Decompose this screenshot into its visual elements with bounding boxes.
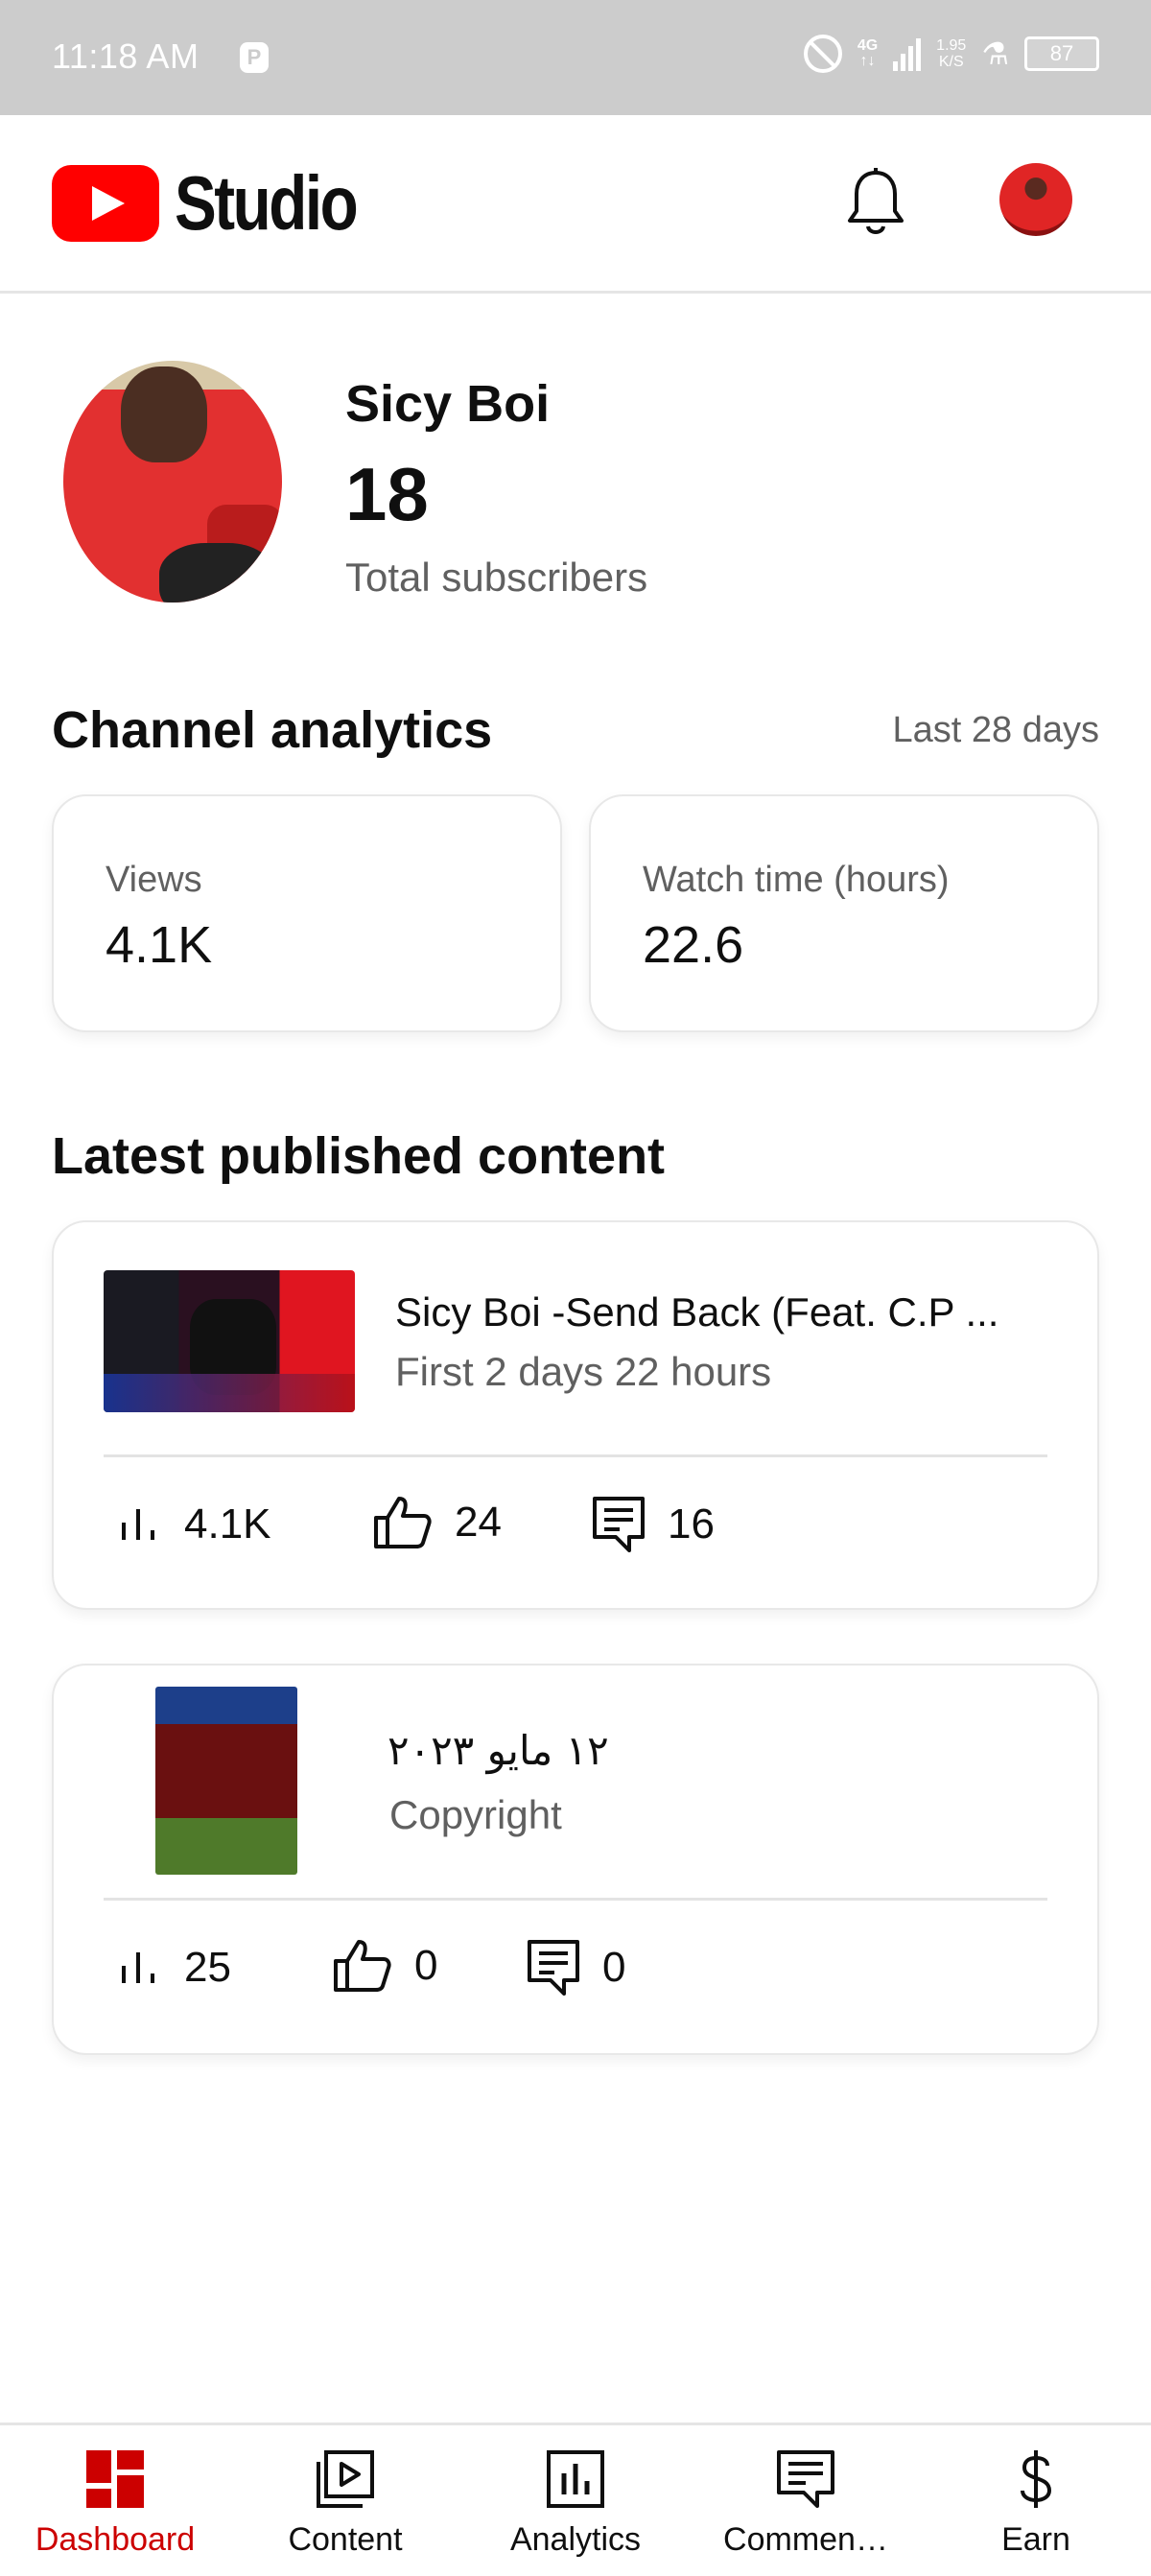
video-thumbnail[interactable] bbox=[155, 1687, 297, 1875]
subscriber-label: Total subscribers bbox=[345, 555, 648, 600]
views-icon bbox=[122, 1952, 154, 1983]
comments-icon bbox=[528, 1940, 579, 1996]
watch-time-card[interactable]: Watch time (hours) 22.6 bbox=[589, 794, 1099, 1032]
bottom-navigation: Dashboard Content Analytics Commen… Earn bbox=[0, 2422, 1151, 2576]
nav-label: Commen… bbox=[723, 2521, 888, 2558]
content-card[interactable]: Sicy Boi -Send Back (Feat. C.P ... First… bbox=[52, 1220, 1099, 1610]
likes-stat: 24 bbox=[372, 1495, 502, 1550]
channel-avatar bbox=[63, 361, 282, 603]
comments-stat: 16 bbox=[591, 1495, 715, 1554]
comments-stat: 0 bbox=[526, 1938, 625, 1997]
do-not-disturb-icon bbox=[803, 35, 842, 73]
nav-label: Content bbox=[288, 2521, 403, 2558]
battery-icon: 87 bbox=[1024, 36, 1099, 71]
thumbs-up-icon bbox=[374, 1497, 432, 1548]
metric-value: 22.6 bbox=[643, 916, 744, 974]
views-card[interactable]: Views 4.1K bbox=[52, 794, 562, 1032]
video-subtitle: First 2 days 22 hours bbox=[395, 1349, 772, 1394]
nav-earn[interactable]: Earn bbox=[921, 2425, 1151, 2576]
signal-icon bbox=[893, 36, 922, 71]
nav-label: Analytics bbox=[509, 2521, 642, 2558]
notification-badge-icon: P bbox=[240, 42, 269, 73]
metric-value: 4.1K bbox=[106, 916, 213, 974]
youtube-play-icon bbox=[52, 165, 159, 242]
channel-analytics-title: Channel analytics bbox=[52, 701, 493, 759]
latest-content-title: Latest published content bbox=[52, 1127, 666, 1185]
views-icon bbox=[122, 1509, 154, 1540]
nav-content[interactable]: Content bbox=[230, 2425, 460, 2576]
video-thumbnail[interactable] bbox=[104, 1270, 355, 1412]
content-card[interactable]: ١٢ مايو ٢٠٢٣ Copyright 25 0 0 bbox=[52, 1664, 1099, 2055]
nav-comments[interactable]: Commen… bbox=[691, 2425, 921, 2576]
content-icon bbox=[317, 2450, 374, 2508]
likes-stat: 0 bbox=[332, 1938, 437, 1994]
dashboard-icon bbox=[86, 2450, 144, 2508]
youtube-studio-logo[interactable]: Studio bbox=[52, 165, 396, 242]
account-avatar[interactable] bbox=[999, 163, 1072, 236]
video-subtitle: Copyright bbox=[389, 1792, 562, 1837]
status-bar: 11:18 AM P 4G ↑↓ 1.95 K/S ⚗ 87 bbox=[0, 0, 1151, 115]
flask-icon: ⚗ bbox=[981, 36, 1009, 71]
divider bbox=[104, 1898, 1047, 1901]
views-stat: 25 bbox=[119, 1944, 231, 1992]
video-title[interactable]: ١٢ مايو ٢٠٢٣ bbox=[388, 1727, 609, 1774]
nav-dashboard[interactable]: Dashboard bbox=[0, 2425, 230, 2576]
dollar-icon bbox=[1021, 2450, 1052, 2508]
metric-label: Watch time (hours) bbox=[643, 860, 950, 900]
divider bbox=[104, 1454, 1047, 1457]
comments-icon bbox=[777, 2450, 834, 2508]
network-type-icon: 4G ↑↓ bbox=[857, 37, 879, 69]
analytics-icon bbox=[547, 2450, 604, 2508]
logo-text: Studio bbox=[175, 160, 359, 246]
nav-label: Dashboard bbox=[35, 2521, 196, 2558]
network-speed: 1.95 K/S bbox=[936, 37, 967, 70]
channel-name: Sicy Boi bbox=[345, 375, 551, 433]
nav-analytics[interactable]: Analytics bbox=[460, 2425, 691, 2576]
subscriber-count: 18 bbox=[345, 452, 429, 536]
app-bar: Studio bbox=[0, 115, 1151, 294]
video-title[interactable]: Sicy Boi -Send Back (Feat. C.P ... bbox=[395, 1289, 998, 1335]
analytics-period: Last 28 days bbox=[892, 710, 1099, 750]
notifications-bell-icon[interactable] bbox=[844, 167, 907, 240]
thumbs-up-icon bbox=[334, 1940, 391, 1992]
status-icons: 4G ↑↓ 1.95 K/S ⚗ 87 bbox=[803, 35, 1099, 73]
status-time: 11:18 AM bbox=[52, 36, 200, 76]
metric-label: Views bbox=[106, 860, 202, 900]
comments-icon bbox=[593, 1497, 645, 1552]
views-stat: 4.1K bbox=[119, 1501, 271, 1548]
nav-label: Earn bbox=[1001, 2521, 1070, 2558]
